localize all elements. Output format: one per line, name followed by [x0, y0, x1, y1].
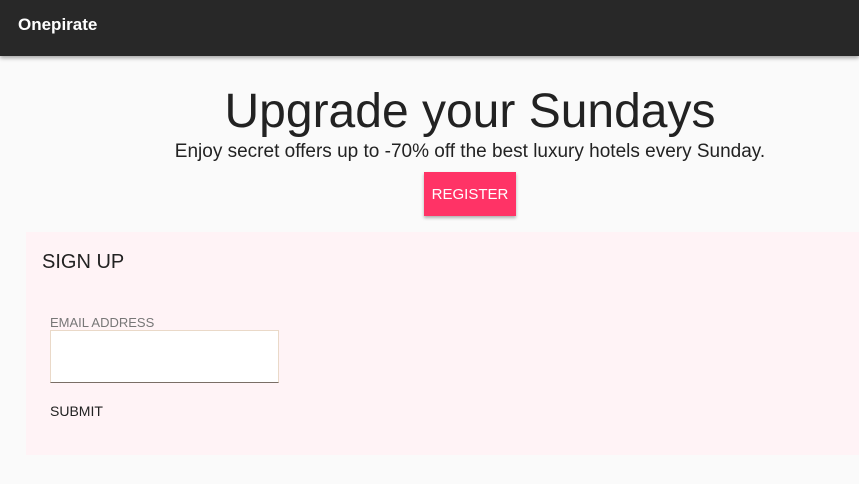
signup-panel: SIGN UP EMAIL ADDRESS SUBMIT — [26, 232, 859, 455]
hero-subtitle: Enjoy secret offers up to -70% off the b… — [174, 141, 766, 162]
brand-logo[interactable]: Onepirate — [18, 15, 97, 35]
email-input[interactable] — [50, 330, 279, 383]
register-button[interactable]: REGISTER — [424, 172, 516, 216]
hero-title: Upgrade your Sundays — [224, 85, 716, 138]
signup-title: SIGN UP — [42, 251, 125, 273]
email-label: EMAIL ADDRESS — [50, 315, 155, 330]
app-bar: Onepirate — [0, 0, 859, 56]
submit-button[interactable]: SUBMIT — [50, 403, 103, 419]
